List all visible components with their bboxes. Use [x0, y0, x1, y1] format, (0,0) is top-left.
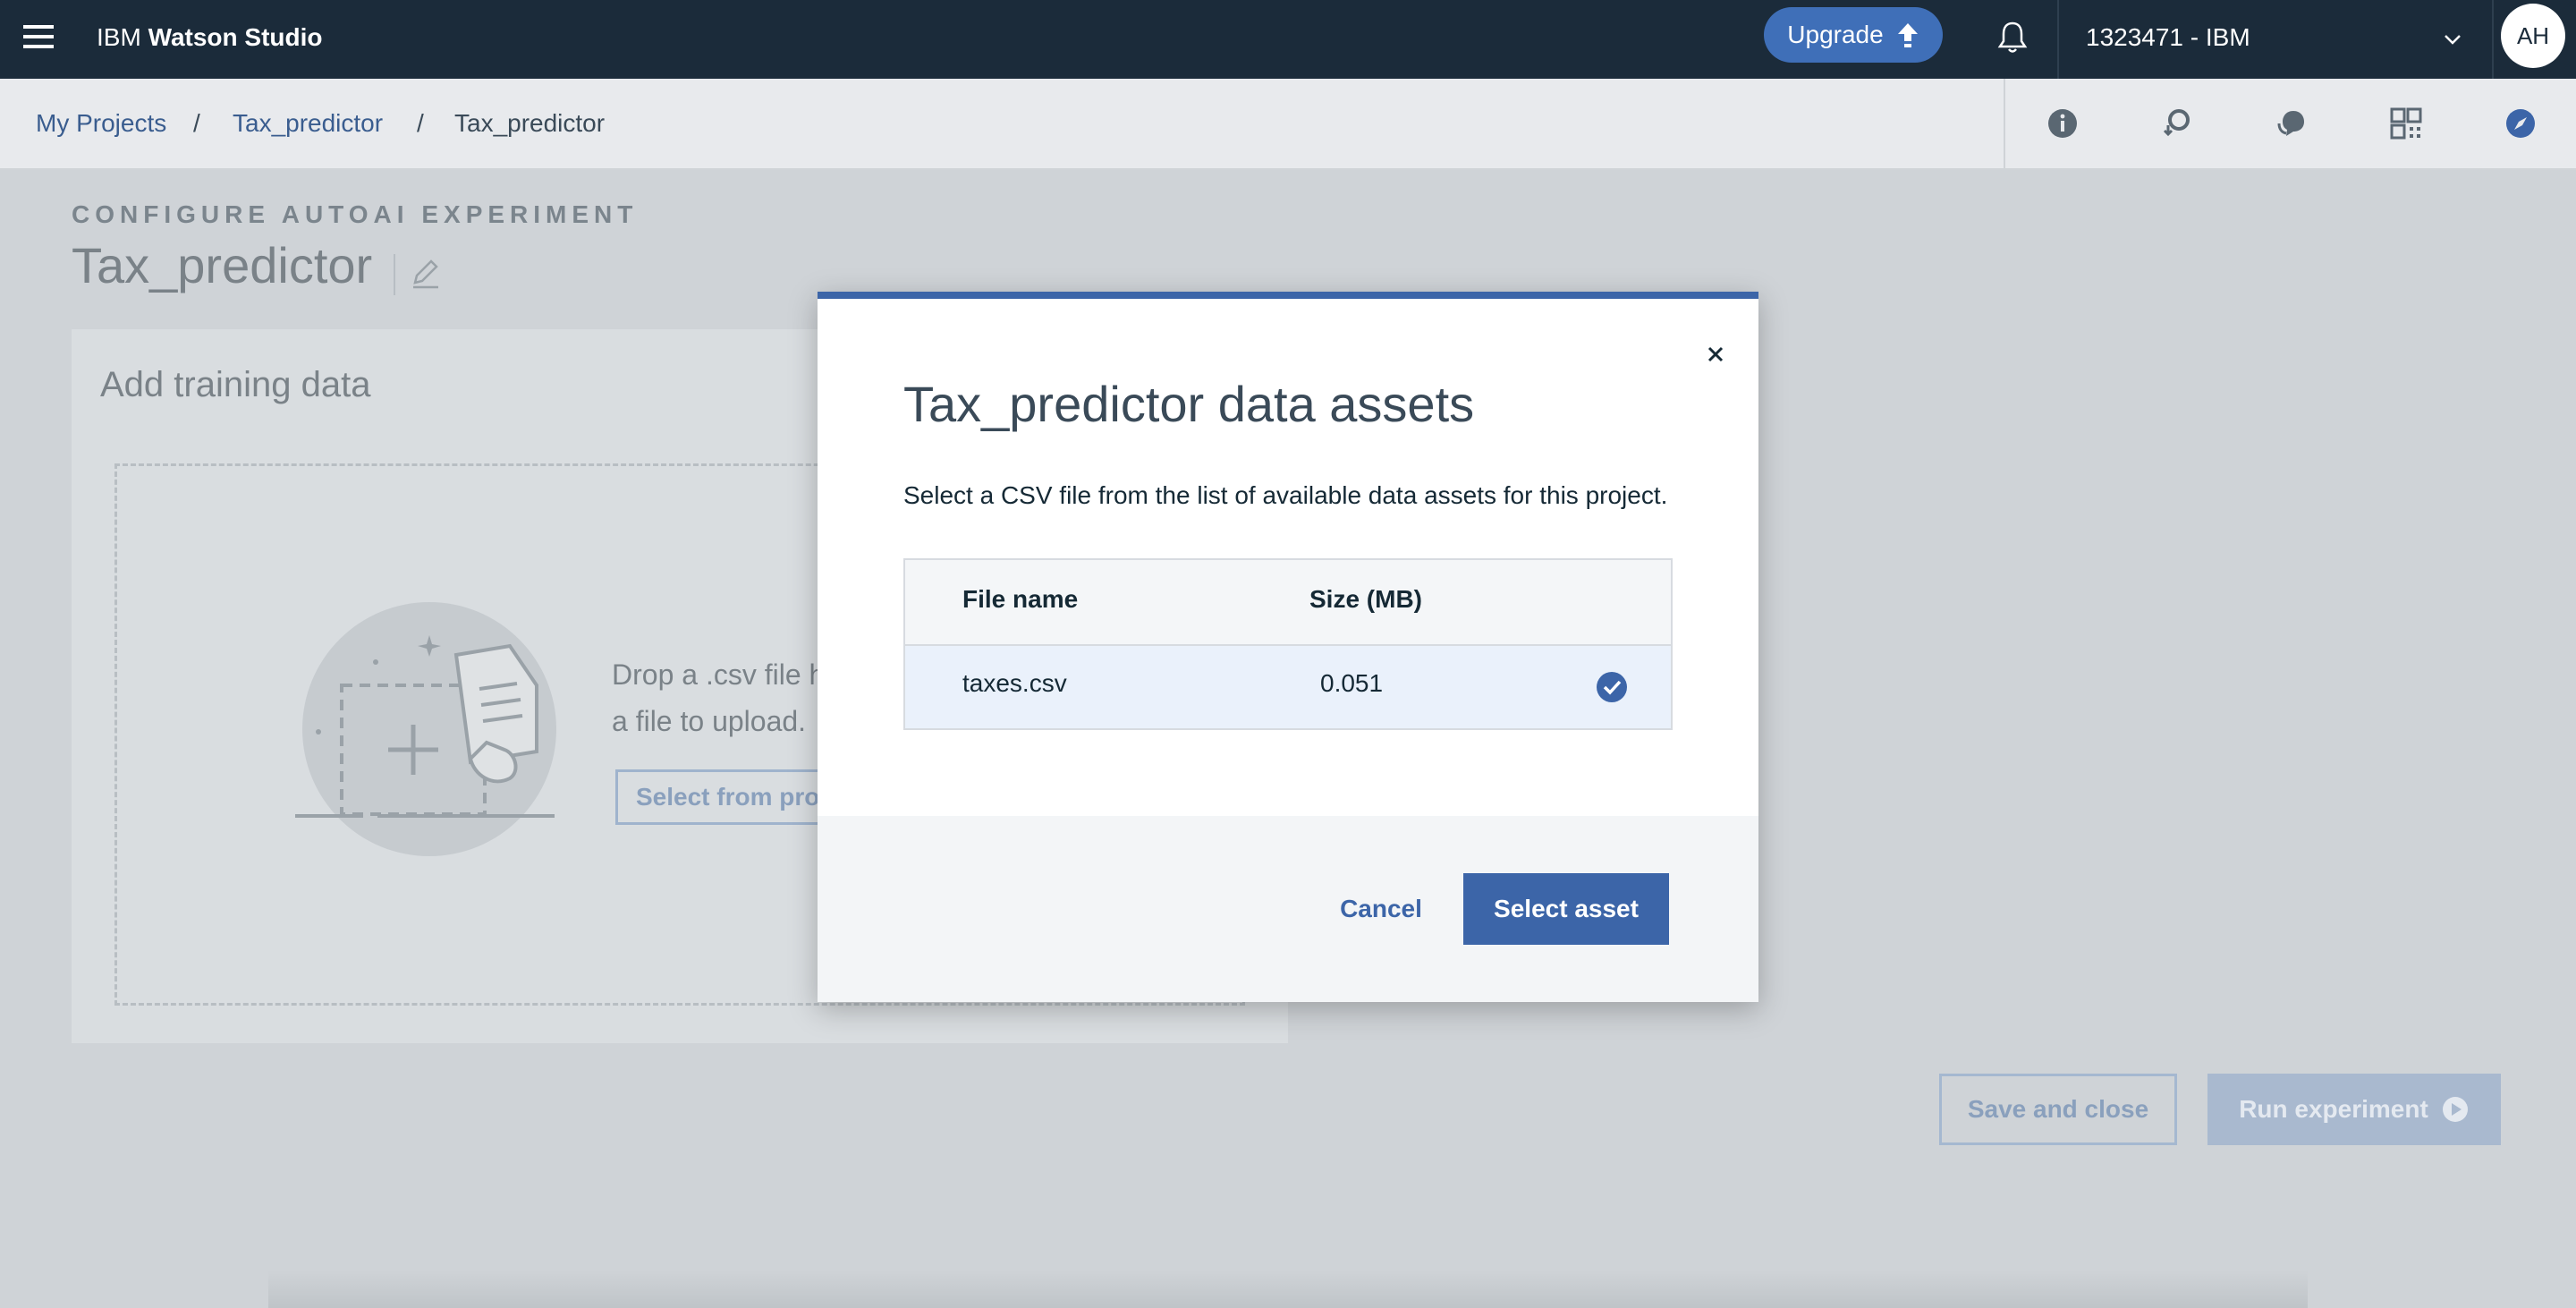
breadcrumb-separator: / — [417, 109, 424, 137]
toolbar-divider — [2004, 79, 2005, 168]
file-name-cell: taxes.csv — [962, 669, 1067, 697]
modal-footer: Cancel Select asset — [818, 816, 1758, 1002]
run-experiment-button[interactable]: Run experiment — [2207, 1074, 2501, 1145]
breadcrumb-item-current: Tax_predictor — [454, 109, 606, 137]
edit-pencil-icon[interactable] — [408, 256, 444, 292]
breadcrumb-bar: My Projects / Tax_predictor / Tax_predic… — [0, 79, 2576, 170]
compass-icon[interactable] — [2503, 106, 2538, 141]
title-divider — [394, 254, 395, 295]
column-header-file-name: File name — [962, 585, 1079, 613]
run-experiment-label: Run experiment — [2239, 1095, 2428, 1123]
breadcrumb-item-my-projects[interactable]: My Projects — [36, 106, 166, 141]
page-title: Tax_predictor — [72, 237, 373, 293]
grid-icon[interactable] — [2388, 106, 2424, 141]
brand-prefix: IBM — [97, 23, 141, 51]
data-assets-table: File name Size (MB) taxes.csv 0.051 — [903, 558, 1673, 730]
account-switcher[interactable]: 1323471 - IBM — [2086, 20, 2250, 55]
header-divider — [2057, 0, 2059, 79]
breadcrumb-item-project[interactable]: Tax_predictor — [233, 106, 383, 141]
upgrade-button[interactable]: Upgrade — [1764, 7, 1943, 63]
page-bottom-edge — [268, 1270, 2308, 1308]
file-size-cell: 0.051 — [1320, 669, 1384, 697]
cancel-button[interactable]: Cancel — [1324, 873, 1438, 945]
checkmark-icon[interactable] — [1596, 671, 1628, 703]
modal-accent-bar — [818, 292, 1758, 299]
drop-text-line1: Drop a .csv file h — [612, 658, 826, 691]
app-brand[interactable]: IBM Watson Studio — [97, 20, 323, 55]
table-row[interactable]: taxes.csv 0.051 — [905, 646, 1671, 728]
column-header-size: Size (MB) — [1309, 585, 1422, 613]
modal-description: Select a CSV file from the list of avail… — [903, 481, 1668, 509]
brand-name: Watson Studio — [148, 23, 323, 51]
card-title: Add training data — [100, 365, 371, 404]
breadcrumb-separator: / — [193, 109, 200, 137]
header-divider — [2492, 0, 2494, 79]
drop-text-line2: a file to upload. — [612, 705, 807, 737]
notification-bell-icon[interactable] — [1993, 18, 2032, 57]
menu-icon[interactable] — [23, 21, 55, 54]
upload-illustration-icon — [295, 602, 556, 856]
table-header-row: File name Size (MB) — [905, 560, 1671, 646]
drop-instructions: Drop a .csv file h a file to upload. — [612, 651, 825, 744]
history-icon[interactable] — [2159, 106, 2195, 141]
chat-icon[interactable] — [2274, 106, 2309, 141]
avatar[interactable]: AH — [2501, 4, 2565, 68]
data-assets-modal: Tax_predictor data assets Select a CSV f… — [818, 292, 1758, 1002]
play-icon — [2442, 1097, 2468, 1122]
upload-arrow-icon — [1897, 23, 1918, 47]
page-eyebrow: CONFIGURE AUTOAI EXPERIMENT — [72, 200, 639, 228]
top-nav-bar: IBM Watson Studio Upgrade 1323471 - IBM … — [0, 0, 2576, 79]
select-asset-button[interactable]: Select asset — [1463, 873, 1669, 945]
modal-title: Tax_predictor data assets — [903, 376, 1475, 432]
save-and-close-button[interactable]: Save and close — [1939, 1074, 2177, 1145]
upgrade-label: Upgrade — [1787, 21, 1884, 48]
info-icon[interactable] — [2045, 106, 2080, 141]
close-icon[interactable] — [1698, 336, 1733, 372]
chevron-down-icon[interactable] — [2440, 27, 2465, 52]
